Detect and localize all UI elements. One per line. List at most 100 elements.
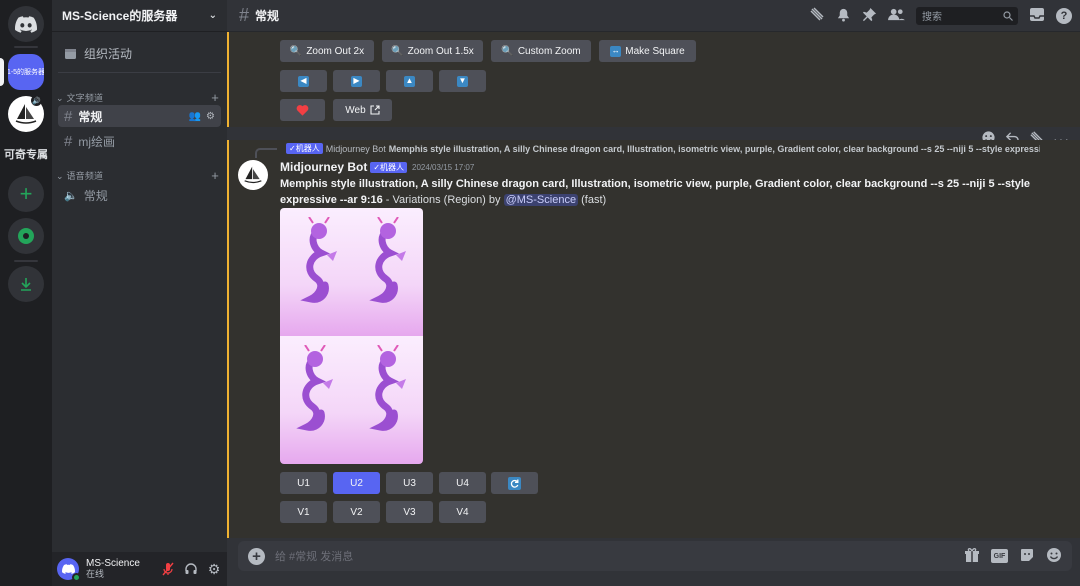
add-channel-icon[interactable]: + xyxy=(211,168,219,183)
sticker-icon[interactable] xyxy=(1019,547,1035,566)
message-list: 🔍 Zoom Out 2x 🔍 Zoom Out 1.5x 🔍 Custom Zoom… xyxy=(227,32,1080,538)
arrow-up-icon: ▲ xyxy=(404,75,415,87)
calendar-icon xyxy=(65,48,76,59)
user-mention[interactable]: @MS-Science xyxy=(503,194,579,206)
voice-channel-general[interactable]: 🔈 常规 xyxy=(58,184,221,206)
active-server-indicator xyxy=(0,58,4,86)
headphones-icon[interactable] xyxy=(183,561,199,577)
gear-icon[interactable]: ⚙ xyxy=(206,111,215,122)
gear-icon[interactable]: ⚙ xyxy=(206,561,222,577)
server-ms-science[interactable]: 1-5的服务器 xyxy=(8,54,44,90)
dragon-image-4 xyxy=(351,336,423,464)
user-panel: MS-Science 在线 ⚙ xyxy=(52,552,227,586)
pan-right-button[interactable]: ▶ xyxy=(333,70,380,92)
web-link-button[interactable]: Web xyxy=(333,99,392,121)
channel-title: 常规 xyxy=(255,9,280,23)
gif-icon[interactable]: GIF xyxy=(991,549,1008,563)
variation-v1-button[interactable]: V1 xyxy=(280,501,327,523)
category-voice-channels[interactable]: ⌄ 语音频道 + xyxy=(56,168,219,183)
chevron-down-icon: ⌄ xyxy=(56,171,67,181)
discord-logo-icon xyxy=(61,564,75,574)
pan-down-button[interactable]: ▼ xyxy=(439,70,486,92)
refresh-icon xyxy=(508,476,521,490)
gift-icon[interactable] xyxy=(964,547,980,566)
speaker-badge-icon: 🔊 xyxy=(31,95,42,106)
channel-item-mj[interactable]: # mj绘画 xyxy=(58,130,221,152)
server-name: MS-Science的服务器 xyxy=(62,9,178,23)
hash-icon: # xyxy=(64,132,73,150)
attach-plus-icon[interactable]: + xyxy=(248,547,265,565)
favorite-button[interactable] xyxy=(280,99,325,121)
generated-image-grid[interactable] xyxy=(280,208,423,464)
heart-icon xyxy=(296,105,309,116)
sailboat-logo-icon xyxy=(244,166,262,184)
pin-icon[interactable] xyxy=(862,7,877,25)
message-content: Memphis style illustration, A silly Chin… xyxy=(280,178,1031,206)
invite-icon[interactable]: 👥 xyxy=(189,111,201,122)
threads-icon[interactable] xyxy=(809,6,825,25)
discord-home-button[interactable] xyxy=(8,6,44,42)
channel-item-general[interactable]: # 常规 👥 ⚙ xyxy=(58,105,221,127)
pan-up-button[interactable]: ▲ xyxy=(386,70,433,92)
chevron-down-icon: ⌄ xyxy=(208,10,217,21)
server-text-label[interactable]: 可奇专属 xyxy=(4,146,52,162)
hash-icon: # xyxy=(239,5,250,25)
reply-preview[interactable]: ✓ 机器人 Midjourney Bot Memphis style illus… xyxy=(280,142,1040,155)
upscale-u4-button[interactable]: U4 xyxy=(439,472,486,494)
explore-servers-button[interactable] xyxy=(8,218,44,254)
emoji-icon[interactable] xyxy=(1046,547,1062,566)
magnifier-icon: 🔍 xyxy=(501,45,514,57)
magnifier-icon: 🔍 xyxy=(289,45,303,57)
variation-v3-button[interactable]: V3 xyxy=(386,501,433,523)
timestamp: 2024/03/15 17:07 xyxy=(412,162,475,172)
bot-tag: ✓ 机器人 xyxy=(370,161,408,173)
variation-v4-button[interactable]: V4 xyxy=(439,501,486,523)
message-input[interactable]: 给 #常规 发消息 xyxy=(275,548,353,564)
channel-sidebar: MS-Science的服务器 ⌄ 组织活动 ⌄ 文字频道 + # 常规 👥 ⚙ … xyxy=(52,0,227,586)
bell-icon[interactable] xyxy=(836,7,851,25)
speaker-icon: 🔈 xyxy=(64,189,78,202)
zoom-out-2x-button[interactable]: 🔍 Zoom Out 2x xyxy=(280,40,374,62)
zoom-out-1-5x-button[interactable]: 🔍 Zoom Out 1.5x xyxy=(382,40,483,62)
members-icon[interactable] xyxy=(888,7,905,25)
arrows-left-right-icon: ↔ xyxy=(610,45,622,57)
hash-icon: # xyxy=(64,107,73,125)
upscale-u3-button[interactable]: U3 xyxy=(386,472,433,494)
user-name-block[interactable]: MS-Science 在线 xyxy=(86,558,140,580)
avatar[interactable] xyxy=(238,160,268,190)
variation-v2-button[interactable]: V2 xyxy=(333,501,380,523)
rail-separator xyxy=(14,260,38,262)
upscale-u1-button[interactable]: U1 xyxy=(280,472,327,494)
upscale-u2-button[interactable]: U2 xyxy=(333,472,380,494)
arrow-down-icon: ▼ xyxy=(457,75,468,87)
make-square-button[interactable]: ↔ Make Square xyxy=(599,40,696,62)
server-header[interactable]: MS-Science的服务器 ⌄ xyxy=(52,0,227,32)
category-text-channels[interactable]: ⌄ 文字频道 + xyxy=(56,90,219,105)
external-link-icon xyxy=(370,105,380,115)
magnifier-icon: 🔍 xyxy=(391,45,404,57)
pan-left-button[interactable]: ◀ xyxy=(280,70,327,92)
server-rail: 1-5的服务器 🔊 可奇专属 + xyxy=(0,0,52,586)
dragon-image-1 xyxy=(280,208,352,336)
mute-mic-icon[interactable] xyxy=(160,561,176,577)
search-icon xyxy=(1003,10,1013,21)
custom-zoom-button[interactable]: 🔍 Custom Zoom xyxy=(491,40,591,62)
chevron-down-icon: ⌄ xyxy=(56,93,67,103)
rail-separator xyxy=(14,46,38,48)
add-channel-icon[interactable]: + xyxy=(211,90,219,105)
avatar[interactable] xyxy=(57,558,81,582)
help-icon[interactable]: ? xyxy=(1056,7,1072,24)
reroll-button[interactable] xyxy=(491,472,538,494)
download-apps-button[interactable] xyxy=(8,266,44,302)
bot-tag: ✓ 机器人 xyxy=(286,143,323,154)
inbox-icon[interactable] xyxy=(1029,7,1045,25)
search-input[interactable]: 搜索 xyxy=(916,6,1018,25)
reply-connector xyxy=(255,148,277,158)
author-name[interactable]: Midjourney Bot xyxy=(280,160,367,174)
online-status-dot xyxy=(72,573,81,582)
sidebar-divider xyxy=(58,72,221,73)
message-composer[interactable]: + 给 #常规 发消息 GIF xyxy=(238,541,1072,571)
channel-header: # 常规 搜索 ? xyxy=(227,0,1080,32)
events-item[interactable]: 组织活动 xyxy=(58,42,221,64)
add-server-button[interactable]: + xyxy=(8,176,44,212)
